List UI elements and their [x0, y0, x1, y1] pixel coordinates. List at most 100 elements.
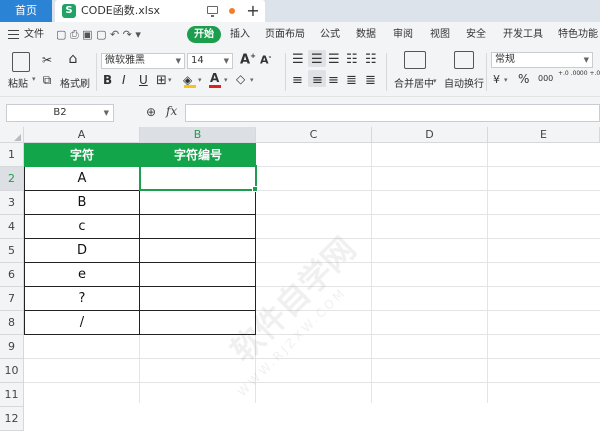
paste-dropdown-icon[interactable]: ▾ [32, 75, 36, 83]
menu-review[interactable]: 审阅 [393, 22, 413, 47]
cell-a4[interactable]: c [24, 215, 140, 239]
italic-button[interactable]: I [122, 73, 126, 87]
menu-data[interactable]: 数据 [356, 22, 376, 47]
wrap-text-icon[interactable] [454, 51, 474, 69]
column-header-c[interactable]: C [256, 127, 372, 143]
menu-file[interactable]: 文件 [24, 22, 44, 47]
align-bottom-icon[interactable]: ☰ [328, 52, 340, 67]
chevron-down-icon[interactable]: ▾ [168, 76, 172, 84]
cell-b1[interactable]: 字符编号 [140, 143, 256, 167]
underline-button[interactable]: U [139, 73, 148, 87]
chevron-down-icon[interactable]: ▾ [433, 77, 437, 85]
merge-icon[interactable] [404, 51, 426, 69]
distributed-icon[interactable]: ≣ [365, 73, 376, 88]
unsaved-dot-icon[interactable] [229, 8, 235, 14]
justify-icon[interactable]: ≣ [346, 73, 357, 88]
thousands-button[interactable]: 000 [538, 74, 553, 83]
column-header-e[interactable]: E [488, 127, 600, 143]
select-all-corner[interactable] [0, 127, 24, 143]
column-header-b[interactable]: B [140, 127, 256, 143]
cell-a8[interactable]: / [24, 311, 140, 335]
wrap-text-button[interactable]: 自动换行 [444, 75, 484, 90]
chevron-down-icon[interactable]: ▾ [224, 76, 228, 84]
menu-page-layout[interactable]: 页面布局 [265, 22, 305, 47]
row-header-6[interactable]: 6 [0, 263, 24, 287]
decrease-decimal-button[interactable]: .00 +.0 [578, 70, 600, 78]
cell-a3[interactable]: B [24, 191, 140, 215]
format-painter-button[interactable]: 格式刷 [60, 75, 90, 90]
currency-icon[interactable]: ¥ [493, 73, 500, 86]
menu-developer[interactable]: 开发工具 [503, 22, 543, 47]
font-color-button[interactable]: A [210, 71, 219, 85]
menu-insert[interactable]: 插入 [230, 22, 250, 47]
gridline [24, 382, 600, 383]
formula-input[interactable] [185, 104, 600, 122]
insert-function-button[interactable]: fx [166, 104, 177, 118]
menu-special[interactable]: 特色功能 [558, 22, 598, 47]
copy-icon[interactable]: ⧉ [40, 73, 54, 87]
row-header-10[interactable]: 10 [0, 359, 24, 383]
cell-b8[interactable] [140, 311, 256, 335]
cell-b5[interactable] [140, 239, 256, 263]
monitor-icon[interactable] [207, 6, 218, 17]
row-header-5[interactable]: 5 [0, 239, 24, 263]
ribbon-divider [96, 53, 97, 91]
menu-icon[interactable] [8, 30, 19, 39]
column-header-d[interactable]: D [372, 127, 488, 143]
cell-a2[interactable]: A [24, 167, 140, 191]
row-header-7[interactable]: 7 [0, 287, 24, 311]
percent-button[interactable]: % [518, 72, 529, 86]
paste-icon[interactable] [12, 52, 30, 72]
align-middle-icon: ☰ [311, 52, 323, 67]
cell-a6[interactable]: e [24, 263, 140, 287]
align-top-icon[interactable]: ☰ [292, 52, 304, 67]
cell-b7[interactable] [140, 287, 256, 311]
menu-view[interactable]: 视图 [430, 22, 450, 47]
brush-icon[interactable]: ⌂ [66, 52, 80, 66]
zoom-icon[interactable]: ⊕ [146, 105, 156, 119]
menu-security[interactable]: 安全 [466, 22, 486, 47]
increase-decimal-button[interactable]: +.0 .00 [558, 70, 580, 78]
font-name-select[interactable]: 微软雅黑 ▼ [101, 53, 185, 69]
active-cell-outline[interactable] [139, 165, 257, 191]
name-box[interactable]: B2 ▼ [6, 104, 114, 122]
cell-b4[interactable] [140, 215, 256, 239]
shrink-font-icon[interactable]: A- [260, 53, 271, 67]
cell-a7[interactable]: ? [24, 287, 140, 311]
border-icon[interactable]: ⊞ [156, 73, 167, 88]
grow-font-icon[interactable]: A+ [240, 52, 256, 67]
column-header-a[interactable]: A [24, 127, 140, 143]
paste-button[interactable]: 粘贴 [8, 75, 28, 90]
fill-handle[interactable] [252, 186, 258, 192]
row-header-9[interactable]: 9 [0, 335, 24, 359]
indent-icon[interactable]: ☷ [346, 52, 358, 67]
menu-formulas[interactable]: 公式 [320, 22, 340, 47]
cell-a1[interactable]: 字符 [24, 143, 140, 167]
row-header-1[interactable]: 1 [0, 143, 24, 167]
row-header-12[interactable]: 12 [0, 407, 24, 431]
cell-b3[interactable] [140, 191, 256, 215]
bold-button[interactable]: B [103, 73, 112, 87]
home-tab[interactable]: 首页 [0, 0, 52, 22]
cell-a5[interactable]: D [24, 239, 140, 263]
cell-b6[interactable] [140, 263, 256, 287]
row-header-4[interactable]: 4 [0, 215, 24, 239]
eraser-icon[interactable]: ◇ [236, 72, 245, 86]
merge-center-button[interactable]: 合并居中 [394, 75, 434, 90]
chevron-down-icon[interactable]: ▾ [250, 76, 254, 84]
menu-start[interactable]: 开始 [187, 26, 221, 43]
row-header-3[interactable]: 3 [0, 191, 24, 215]
align-left-icon[interactable]: ≡ [292, 73, 303, 88]
new-tab-button[interactable]: + [243, 0, 263, 22]
row-header-11[interactable]: 11 [0, 383, 24, 407]
row-header-2[interactable]: 2 [0, 167, 24, 191]
cut-icon[interactable]: ✂ [40, 53, 54, 67]
align-right-icon[interactable]: ≡ [328, 73, 339, 88]
document-tab[interactable]: S CODE函数.xlsx [55, 0, 265, 22]
chevron-down-icon[interactable]: ▾ [504, 76, 508, 84]
row-header-8[interactable]: 8 [0, 311, 24, 335]
outdent-icon[interactable]: ☷ [365, 52, 377, 67]
font-size-select[interactable]: 14 ▼ [187, 53, 233, 69]
chevron-down-icon[interactable]: ▾ [198, 76, 202, 84]
number-format-select[interactable]: 常规 ▼ [491, 52, 593, 68]
